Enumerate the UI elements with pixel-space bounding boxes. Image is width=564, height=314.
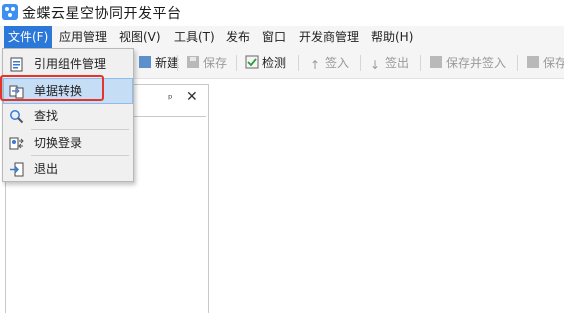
menu-item-label: 退出 <box>34 162 59 176</box>
menu-publish[interactable]: 发布 <box>222 26 254 48</box>
menu-item-label: 引用组件管理 <box>34 57 107 71</box>
menu-item-label: 单据转换 <box>34 84 83 98</box>
close-icon[interactable]: ✕ <box>186 89 198 105</box>
menu-developer-management[interactable]: 开发商管理 <box>295 26 363 48</box>
component-reference-icon <box>10 57 23 72</box>
toolbar-separator <box>298 55 299 71</box>
checkout-button[interactable]: ↓ 签出 <box>368 53 409 73</box>
menu-item-reference-component-management[interactable]: 引用组件管理 <box>4 52 132 76</box>
menu-separator <box>31 129 129 130</box>
menu-item-document-conversion[interactable]: 单据转换 <box>3 78 133 104</box>
arrow-up-icon: ↑ <box>309 58 321 72</box>
checkout-label: 签出 <box>385 56 410 70</box>
save-icon <box>187 56 199 68</box>
menu-help[interactable]: 帮助(H) <box>367 26 417 48</box>
toolbar-separator <box>236 55 237 71</box>
save-label: 保存 <box>203 56 228 70</box>
save-checkin-label: 保存并签入 <box>446 56 507 70</box>
title-bar: 金蝶云星空协同开发平台 <box>0 0 564 27</box>
menu-view[interactable]: 视图(V) <box>115 26 165 48</box>
save-checkin-icon <box>430 56 442 68</box>
new-file-icon <box>139 56 151 68</box>
menu-file[interactable]: 文件(F) <box>4 26 53 48</box>
menu-tools[interactable]: 工具(T) <box>170 26 219 48</box>
toolbar-separator <box>420 55 421 71</box>
menu-item-switch-login[interactable]: 切换登录 <box>4 131 132 155</box>
menu-item-label: 查找 <box>34 109 59 123</box>
new-label: 新建 <box>155 56 180 70</box>
app-logo-icon <box>2 4 18 20</box>
pin-icon[interactable]: ᵖ <box>168 92 173 105</box>
save-and-checkin-button[interactable]: 保存并签入 <box>429 53 506 73</box>
menu-item-find[interactable]: 查找 <box>4 104 132 128</box>
check-button[interactable]: 检测 <box>245 53 286 73</box>
menu-app-management[interactable]: 应用管理 <box>55 26 111 48</box>
checkin-label: 签入 <box>325 56 350 70</box>
menu-separator <box>31 155 129 156</box>
toolbar-separator <box>517 55 518 71</box>
document-convert-icon <box>9 85 24 99</box>
save-button[interactable]: 保存 <box>186 53 227 73</box>
check-icon <box>245 55 259 69</box>
save-partial-button[interactable]: 保存 <box>526 53 564 73</box>
menu-bar: 文件(F) 应用管理 视图(V) 工具(T) 发布 窗口 开发商管理 帮助(H) <box>0 26 564 48</box>
check-label: 检测 <box>262 56 287 70</box>
exit-icon <box>10 162 24 177</box>
search-icon <box>10 110 24 124</box>
checkin-button[interactable]: ↑ 签入 <box>308 53 349 73</box>
arrow-down-icon: ↓ <box>369 58 381 72</box>
file-menu-dropdown: 引用组件管理 单据转换 查找 切换登录 退出 <box>2 48 134 182</box>
menu-window[interactable]: 窗口 <box>258 26 290 48</box>
new-button[interactable]: 新建 <box>138 53 179 73</box>
menu-item-label: 切换登录 <box>34 136 83 150</box>
toolbar-separator <box>360 55 361 71</box>
app-title: 金蝶云星空协同开发平台 <box>22 6 182 22</box>
toolbar-separator <box>177 55 178 71</box>
save-partial-label: 保存 <box>543 56 564 70</box>
menu-item-exit[interactable]: 退出 <box>4 157 132 181</box>
switch-login-icon <box>9 137 24 150</box>
save-partial-icon <box>527 56 539 68</box>
